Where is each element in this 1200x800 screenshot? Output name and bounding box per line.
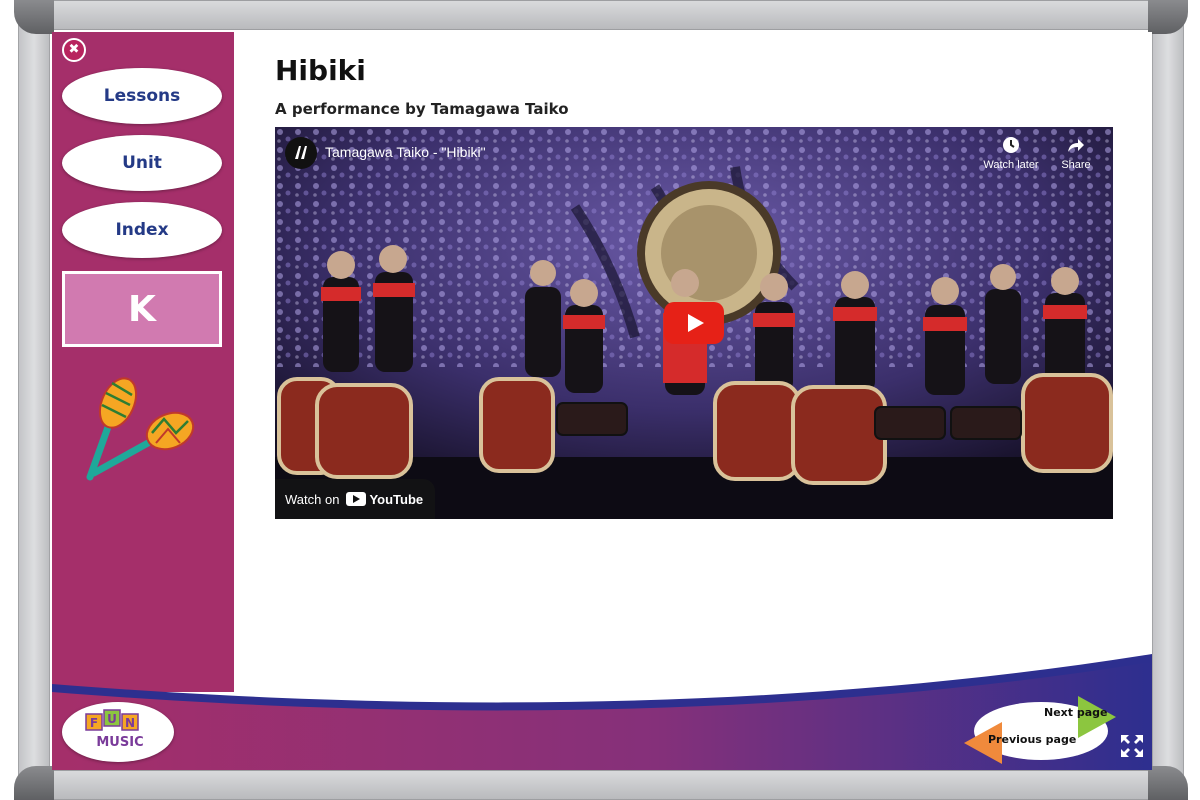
svg-text:U: U — [107, 712, 117, 726]
channel-avatar[interactable] — [285, 137, 317, 169]
play-button[interactable] — [664, 302, 724, 344]
frame-corner — [14, 766, 54, 800]
youtube-logo-icon: YouTube — [346, 492, 423, 507]
youtube-wordmark: YouTube — [369, 491, 424, 507]
whiteboard: ✖ Lessons Unit Index K Hibiki A performa… — [52, 32, 1152, 770]
youtube-play-icon — [346, 492, 367, 506]
share-label: Share — [1061, 159, 1091, 171]
watch-on-youtube-link[interactable]: Watch on YouTube — [275, 479, 436, 519]
share-button[interactable]: Share — [1051, 135, 1101, 171]
clock-icon — [975, 135, 1047, 159]
video-title[interactable]: Tamagawa Taiko - "Hibiki" — [325, 144, 486, 160]
watch-on-label: Watch on — [285, 491, 340, 507]
close-icon[interactable]: ✖ — [62, 38, 86, 62]
fun-music-logo[interactable]: F U N MUSIC — [62, 702, 174, 762]
svg-text:F: F — [90, 716, 98, 730]
board-frame-right — [1152, 20, 1184, 780]
logo-blocks-icon: F U N MUSIC — [85, 709, 144, 750]
sidebar: ✖ Lessons Unit Index K — [52, 32, 234, 692]
index-button[interactable]: Index — [62, 202, 222, 258]
grade-badge: K — [62, 271, 222, 347]
previous-page-button[interactable]: Previous page — [988, 733, 1076, 746]
board-frame-left — [18, 20, 50, 780]
lessons-button[interactable]: Lessons — [62, 68, 222, 124]
unit-button[interactable]: Unit — [62, 135, 222, 191]
page-subtitle: A performance by Tamagawa Taiko — [275, 100, 569, 118]
watch-later-button[interactable]: Watch later — [975, 135, 1047, 171]
fullscreen-icon[interactable] — [1118, 732, 1146, 760]
share-icon — [1051, 135, 1101, 159]
next-page-button[interactable]: Next page — [1044, 706, 1107, 719]
page-title: Hibiki — [275, 54, 366, 87]
video-player[interactable]: Tamagawa Taiko - "Hibiki" Watch later Sh… — [275, 127, 1113, 519]
svg-text:MUSIC: MUSIC — [96, 735, 143, 750]
board-frame-bottom — [20, 770, 1180, 800]
watch-later-label: Watch later — [983, 159, 1039, 171]
board-frame-top — [20, 0, 1180, 30]
maracas-icon — [86, 377, 195, 481]
svg-text:N: N — [125, 716, 135, 730]
